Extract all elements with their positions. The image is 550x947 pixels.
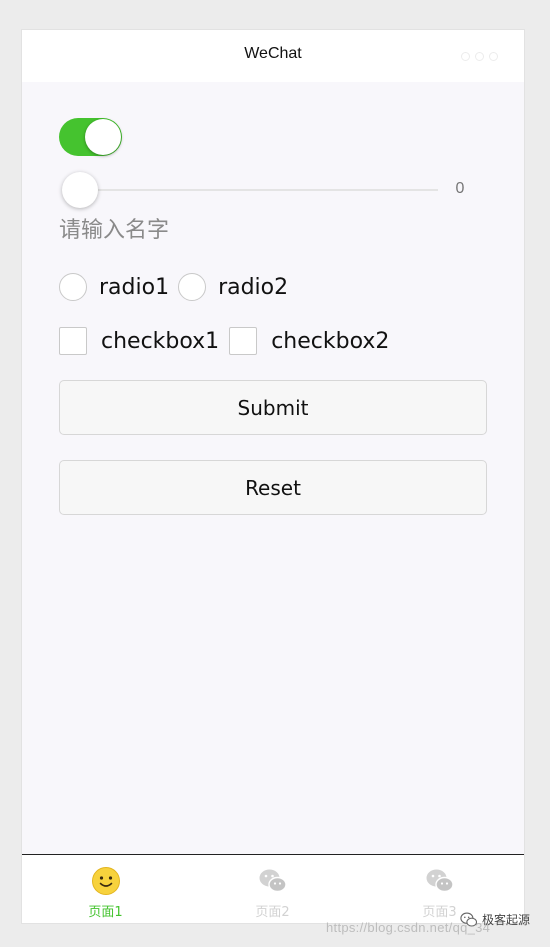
- wechat-icon: [460, 912, 478, 927]
- toggle-switch[interactable]: [59, 118, 122, 156]
- radio-label: radio1: [99, 274, 170, 300]
- tab-bar: 页面1 页面2 页面3: [22, 854, 524, 923]
- phone-frame: WeChat 0 radio1 radio2 checkbox1 checkbo…: [22, 30, 524, 923]
- watermark-brand-text: 极客起源: [482, 913, 531, 927]
- checkbox-label: checkbox1: [101, 328, 220, 354]
- switch-knob: [85, 119, 121, 155]
- more-dots-icon[interactable]: [461, 52, 498, 61]
- checkbox[interactable]: [229, 327, 258, 355]
- smiley-face-icon: [92, 867, 120, 895]
- checkbox-option-2[interactable]: checkbox2: [229, 327, 389, 355]
- watermark-brand: 极客起源: [460, 911, 530, 928]
- wechat-icon: [426, 869, 454, 893]
- radio-option-2[interactable]: radio2: [178, 273, 288, 301]
- radio-label: radio2: [218, 274, 289, 300]
- checkbox-group: checkbox1 checkbox2: [59, 326, 399, 356]
- tab-label: 页面2: [255, 905, 290, 920]
- menu-dot: [475, 52, 484, 61]
- slider-value: 0: [455, 180, 465, 197]
- checkbox-option-1[interactable]: checkbox1: [59, 327, 219, 355]
- radio-button[interactable]: [178, 273, 207, 301]
- tab-page2[interactable]: 页面2: [189, 855, 356, 923]
- slider-handle[interactable]: [62, 172, 98, 208]
- submit-button[interactable]: Submit: [59, 380, 487, 435]
- menu-dot: [489, 52, 498, 61]
- radio-option-1[interactable]: radio1: [59, 273, 169, 301]
- navigation-bar: WeChat: [22, 30, 524, 82]
- checkbox-label: checkbox2: [271, 328, 390, 354]
- checkbox[interactable]: [59, 327, 87, 355]
- reset-button[interactable]: Reset: [59, 460, 487, 515]
- slider-track[interactable]: [80, 189, 438, 191]
- menu-dot: [461, 52, 470, 61]
- nav-title: WeChat: [244, 45, 302, 62]
- radio-group: radio1 radio2: [59, 272, 297, 302]
- tab-page1[interactable]: 页面1: [22, 855, 189, 923]
- wechat-icon: [259, 869, 287, 893]
- radio-button[interactable]: [59, 273, 87, 301]
- tab-label: 页面1: [88, 905, 123, 920]
- name-input[interactable]: [59, 212, 479, 248]
